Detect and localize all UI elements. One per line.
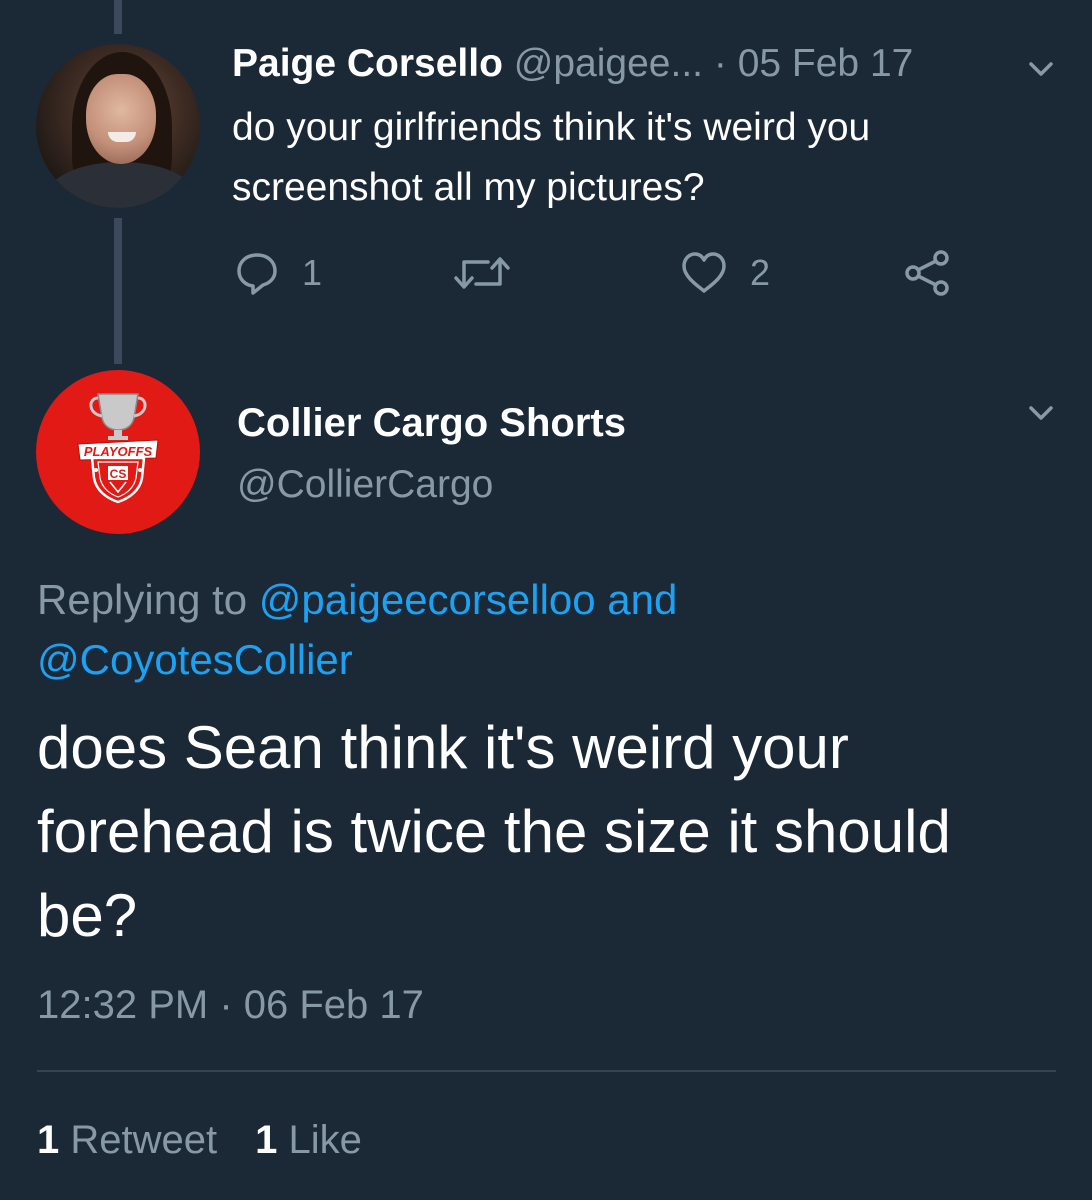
like-button[interactable]: 2 xyxy=(680,248,770,298)
main-author-handle[interactable]: @CollierCargo xyxy=(237,460,493,510)
replying-and: and xyxy=(595,576,678,623)
parent-author-name[interactable]: Paige Corsello xyxy=(232,42,503,85)
share-button[interactable] xyxy=(902,248,952,298)
avatar-paige-corsello[interactable] xyxy=(36,44,200,208)
chevron-down-icon[interactable] xyxy=(1026,54,1056,84)
parent-tweet-header: Paige Corsello @paigee... · 05 Feb 17 xyxy=(232,40,913,88)
likes-stat[interactable]: 1 Like xyxy=(255,1118,362,1162)
main-tweet-text: does Sean think it's weird your forehead… xyxy=(37,714,951,949)
thread-connector xyxy=(114,218,122,364)
replying-to-line: Replying to @paigeecorselloo and @Coyote… xyxy=(37,570,1037,690)
chevron-down-icon[interactable] xyxy=(1026,398,1056,428)
retweet-button[interactable] xyxy=(452,248,534,298)
replying-prefix: Replying to xyxy=(37,576,259,623)
reply-button[interactable]: 1 xyxy=(234,248,322,298)
retweets-label: Retweet xyxy=(70,1118,218,1162)
mention-link-coyotescollier[interactable]: @CoyotesCollier xyxy=(37,636,353,683)
parent-tweet-text: do your girlfriends think it's weird you… xyxy=(232,106,871,209)
likes-label: Like xyxy=(288,1118,362,1162)
main-author-name[interactable]: Collier Cargo Shorts xyxy=(237,398,626,448)
share-icon xyxy=(905,250,949,296)
reply-icon xyxy=(237,253,277,295)
badge-bottom-text: CS xyxy=(110,467,127,481)
retweets-stat[interactable]: 1 Retweet xyxy=(37,1118,217,1162)
tweet-timestamp[interactable]: 12:32 PM · 06 Feb 17 xyxy=(37,980,424,1030)
tweet-stats: 1 Retweet 1 Like xyxy=(37,1115,362,1165)
likes-count: 1 xyxy=(255,1118,278,1162)
avatar-collier-cargo[interactable]: PLAYOFFS CS xyxy=(36,370,200,534)
retweets-count: 1 xyxy=(37,1118,60,1162)
thread-connector-top xyxy=(114,0,122,34)
badge-top-text: PLAYOFFS xyxy=(84,444,153,459)
parent-separator: · xyxy=(713,42,727,85)
like-count: 2 xyxy=(750,252,771,293)
retweet-icon xyxy=(454,257,510,289)
parent-tweet-date[interactable]: 05 Feb 17 xyxy=(738,42,914,85)
reply-count: 1 xyxy=(302,252,323,293)
mention-link-paigeecorselloo[interactable]: @paigeecorselloo xyxy=(259,576,596,623)
like-icon xyxy=(682,252,726,293)
divider xyxy=(37,1070,1056,1072)
parent-author-handle[interactable]: @paigee... xyxy=(514,42,703,85)
